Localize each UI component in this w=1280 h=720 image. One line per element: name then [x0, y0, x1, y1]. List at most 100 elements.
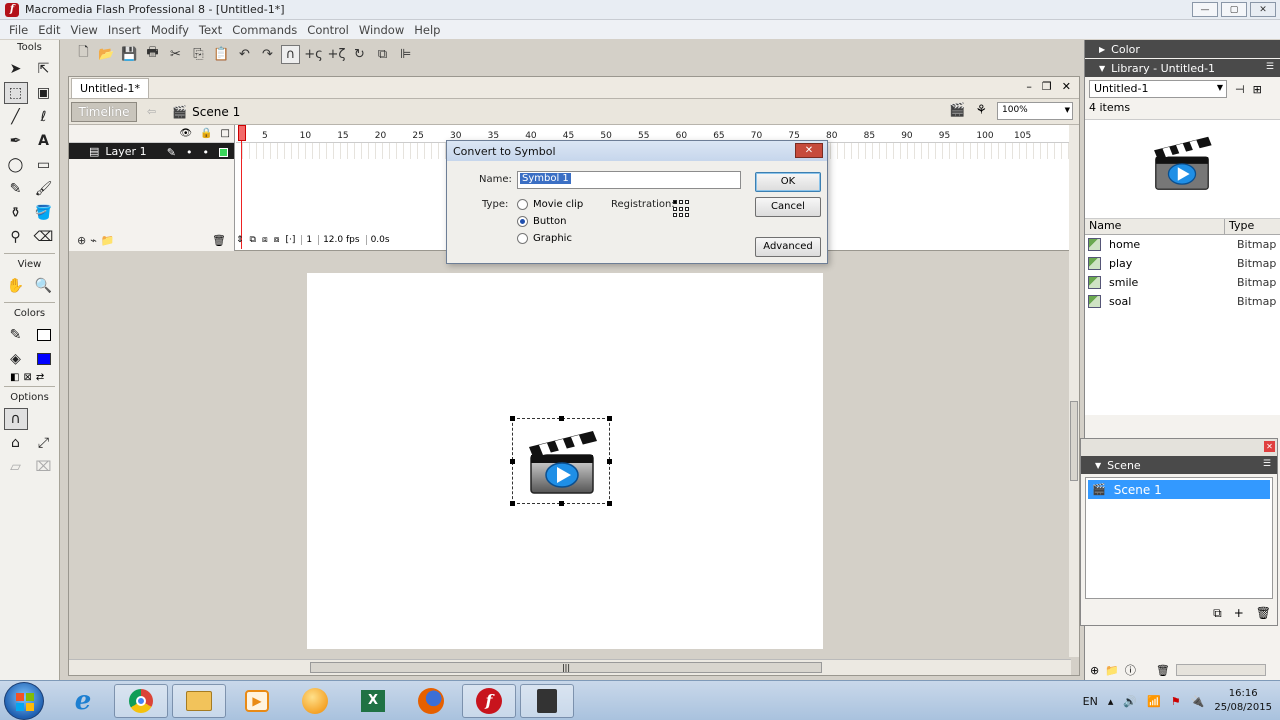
excel-icon[interactable]: X	[346, 684, 400, 718]
properties-icon[interactable]: ⓘ	[1125, 662, 1136, 678]
redo-icon[interactable]: ↷	[258, 45, 277, 64]
advanced-button[interactable]: Advanced	[755, 237, 821, 257]
chrome-icon[interactable]	[114, 684, 168, 718]
video-editor-icon[interactable]	[520, 684, 574, 718]
timeline-toggle-button[interactable]: Timeline	[71, 101, 137, 122]
selection-tool-icon[interactable]: ➤	[4, 58, 28, 80]
column-header-name[interactable]: Name	[1085, 219, 1225, 234]
power-icon[interactable]: 🔌	[1191, 695, 1205, 708]
open-folder-icon[interactable]: 📂	[97, 45, 116, 64]
center-frame-icon[interactable]: ⇕	[236, 235, 244, 245]
media-player-icon[interactable]: ▶	[230, 684, 284, 718]
type-graphic-radio[interactable]: Graphic	[517, 233, 572, 244]
onion-skin-icon[interactable]: ⧉	[250, 235, 256, 245]
paste-icon[interactable]: 📋	[212, 45, 231, 64]
new-library-panel-icon[interactable]: ⊞	[1253, 83, 1262, 96]
document-tab[interactable]: Untitled-1*	[71, 77, 149, 98]
doc-close-button[interactable]: ✕	[1062, 80, 1071, 93]
type-movie-clip-radio[interactable]: Movie clip	[517, 199, 583, 210]
type-button-radio[interactable]: Button	[517, 216, 567, 227]
library-document-select[interactable]: Untitled-1	[1089, 80, 1227, 98]
list-item[interactable]: home Bitmap	[1085, 235, 1280, 254]
menu-insert[interactable]: Insert	[103, 23, 146, 37]
list-item[interactable]: play Bitmap	[1085, 254, 1280, 273]
list-item[interactable]: smile Bitmap	[1085, 273, 1280, 292]
ink-bottle-tool-icon[interactable]: ⚱	[4, 202, 28, 224]
doc-minimize-button[interactable]: –	[1026, 80, 1032, 93]
lock-icon[interactable]: 🔒	[200, 128, 212, 139]
menu-window[interactable]: Window	[354, 23, 409, 37]
stage-canvas[interactable]	[307, 273, 823, 649]
delete-layer-icon[interactable]: 🗑	[212, 234, 226, 247]
edit-multiple-icon[interactable]: ⧇	[274, 235, 280, 245]
print-icon[interactable]: 🖶	[143, 45, 162, 64]
stage-hscroll[interactable]: |||	[69, 659, 1071, 675]
selected-bitmap[interactable]	[510, 416, 612, 506]
edit-scene-icon[interactable]: 🎬	[949, 103, 965, 118]
scale-icon[interactable]: ⧉	[373, 45, 392, 64]
brush-tool-icon[interactable]: 🖌	[32, 178, 56, 200]
eye-icon[interactable]: 👁	[179, 128, 192, 139]
undo-icon[interactable]: ↶	[235, 45, 254, 64]
pin-library-icon[interactable]: ⊣	[1235, 83, 1245, 96]
smooth-icon[interactable]: +ς	[304, 45, 323, 64]
scene-panel-close-icon[interactable]: ✕	[1264, 441, 1275, 452]
straighten-icon[interactable]: +ζ	[327, 45, 346, 64]
fill-transform-tool-icon[interactable]: ▣	[32, 82, 56, 104]
new-symbol-icon[interactable]: ⊕	[1090, 664, 1099, 677]
flash-taskbar-icon[interactable]: f	[462, 684, 516, 718]
panel-menu-icon[interactable]: ☰	[1266, 62, 1274, 72]
panel-menu-icon[interactable]: ☰	[1263, 459, 1271, 469]
free-transform-tool-icon[interactable]: ⬚	[3, 82, 28, 104]
cut-icon[interactable]: ✂	[166, 45, 185, 64]
text-tool-icon[interactable]: A	[32, 130, 56, 152]
back-arrow-icon[interactable]: ⇦	[147, 105, 156, 118]
dialog-close-button[interactable]: ✕	[795, 143, 823, 158]
rotate-icon[interactable]: ↻	[350, 45, 369, 64]
color-panel-header[interactable]: ▶ Color	[1085, 40, 1280, 58]
column-header-type[interactable]: Type	[1225, 219, 1254, 234]
black-white-icon[interactable]: ◧	[10, 372, 19, 383]
new-folder-icon[interactable]: 📁	[1105, 664, 1119, 677]
add-folder-icon[interactable]: 📁	[101, 234, 115, 247]
chevron-up-icon[interactable]: ▴	[1108, 695, 1114, 708]
list-item[interactable]: soal Bitmap	[1085, 292, 1280, 311]
action-center-icon[interactable]: ⚑	[1171, 695, 1181, 708]
pencil-tool-icon[interactable]: ✎	[4, 178, 28, 200]
menu-modify[interactable]: Modify	[146, 23, 194, 37]
start-button[interactable]	[4, 682, 44, 720]
eraser-tool-icon[interactable]: ⌫	[32, 226, 56, 248]
doc-restore-button[interactable]: ❐	[1042, 80, 1052, 93]
registration-grid[interactable]	[673, 200, 691, 218]
align-icon[interactable]: ⊫	[396, 45, 415, 64]
maximize-button[interactable]: ▢	[1221, 2, 1247, 17]
stage-vscroll[interactable]	[1069, 251, 1079, 657]
add-guide-icon[interactable]: ⌁	[90, 234, 97, 247]
menu-text[interactable]: Text	[194, 23, 227, 37]
eyedropper-tool-icon[interactable]: ⚲	[4, 226, 28, 248]
volume-icon[interactable]: 🔊	[1123, 695, 1137, 708]
lasso-tool-icon[interactable]: ℓ	[32, 106, 56, 128]
delete-scene-icon[interactable]: 🗑	[1256, 606, 1271, 621]
firefox-icon[interactable]	[404, 684, 458, 718]
rotate-skew-icon[interactable]: ⌂	[4, 432, 28, 454]
clock[interactable]: 16:16 25/08/2015	[1214, 687, 1272, 715]
internet-explorer-icon[interactable]: e	[56, 684, 110, 718]
zoom-tool-icon[interactable]: 🔍	[32, 275, 56, 297]
symbol-name-input[interactable]: Symbol 1	[517, 171, 741, 189]
cancel-button[interactable]: Cancel	[755, 197, 821, 217]
save-icon[interactable]: 💾	[120, 45, 139, 64]
delete-item-icon[interactable]: 🗑	[1156, 664, 1170, 677]
timeline-vscroll[interactable]	[1069, 125, 1079, 251]
library-panel-header[interactable]: ▼ Library - Untitled-1 ☰	[1085, 59, 1280, 77]
close-window-button[interactable]: ✕	[1250, 2, 1276, 17]
media-center-icon[interactable]	[288, 684, 342, 718]
hand-tool-icon[interactable]: ✋	[4, 275, 28, 297]
layer-row[interactable]: ▤ Layer 1 ✎ • •	[69, 143, 234, 159]
line-tool-icon[interactable]: ╱	[4, 106, 28, 128]
add-layer-icon[interactable]: ⊕	[77, 234, 86, 247]
minimize-button[interactable]: —	[1192, 2, 1218, 17]
copy-icon[interactable]: ⎘	[189, 45, 208, 64]
layer-color-swatch[interactable]	[219, 148, 228, 157]
add-scene-icon[interactable]: +	[1234, 606, 1244, 621]
